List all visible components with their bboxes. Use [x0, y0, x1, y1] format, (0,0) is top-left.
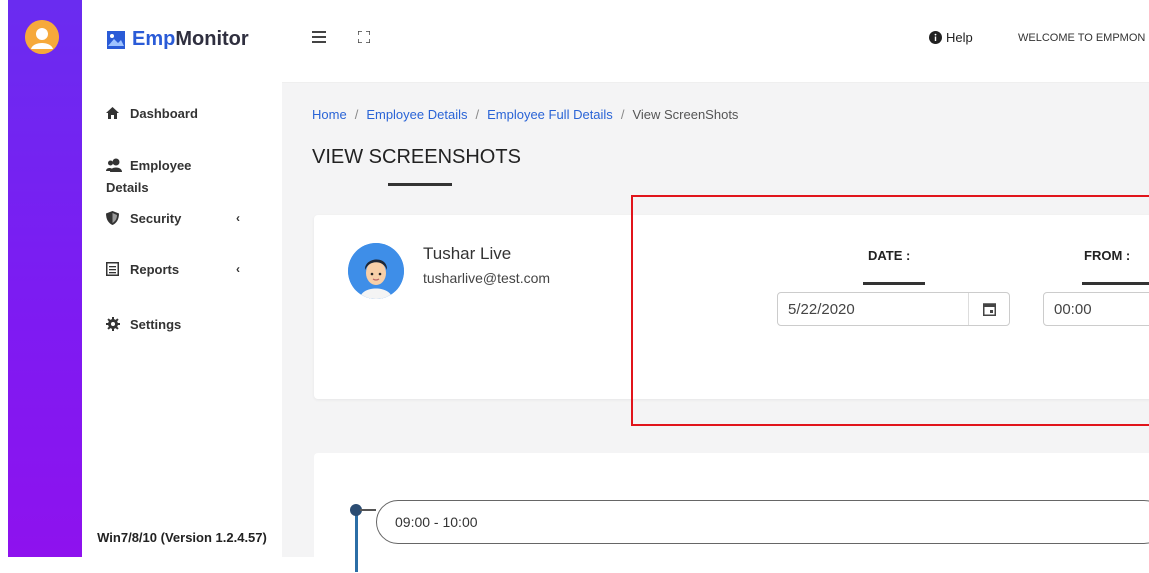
- window-edge: [0, 0, 8, 557]
- top-bar: Help WELCOME TO EMPMON: [282, 0, 1149, 83]
- timeline-line: [355, 512, 358, 572]
- employee-avatar: [348, 243, 404, 299]
- breadcrumb-separator: /: [475, 107, 480, 122]
- sidebar-item-dashboard[interactable]: Dashboard: [106, 106, 198, 122]
- sidebar: EmpMonitor Dashboard Employee Details Se…: [82, 0, 283, 557]
- sidebar-item-label: Employee: [130, 158, 192, 173]
- sidebar-item-label: Security: [130, 211, 182, 226]
- app-logo[interactable]: EmpMonitor: [106, 28, 249, 51]
- fullscreen-icon[interactable]: [357, 30, 371, 48]
- breadcrumb-home[interactable]: Home: [312, 107, 347, 122]
- left-rail: [8, 0, 82, 557]
- timeline-slot[interactable]: 09:00 - 10:00: [376, 500, 1149, 544]
- employee-email: tusharlive@test.com: [423, 270, 551, 286]
- employee-name: Tushar Live: [423, 244, 512, 263]
- user-avatar[interactable]: [25, 20, 59, 54]
- breadcrumb-separator: /: [354, 107, 359, 122]
- menu-toggle-icon[interactable]: [312, 30, 326, 48]
- sidebar-item-label: Dashboard: [130, 106, 198, 121]
- sidebar-item-label-line2: Details: [106, 180, 149, 195]
- logo-text-emp: Emp: [132, 28, 176, 50]
- home-icon: [106, 107, 122, 122]
- logo-icon: [107, 30, 125, 49]
- sidebar-item-security[interactable]: Security ‹: [106, 211, 240, 228]
- version-label: Win7/8/10 (Version 1.2.4.57): [97, 530, 267, 545]
- sidebar-item-employee-details[interactable]: Employee: [106, 158, 191, 175]
- breadcrumb: Home / Employee Details / Employee Full Deta…: [312, 107, 738, 122]
- help-label: Help: [946, 30, 973, 45]
- users-icon: [106, 158, 122, 175]
- title-underline: [388, 183, 452, 186]
- person-icon: [348, 243, 404, 299]
- timeline-slot-label: 09:00 - 10:00: [395, 514, 478, 530]
- sidebar-item-reports[interactable]: Reports ‹: [106, 262, 240, 279]
- breadcrumb-separator: /: [620, 107, 625, 122]
- info-icon: [929, 31, 942, 44]
- highlight-box: [631, 195, 1149, 426]
- breadcrumb-employee-full-details[interactable]: Employee Full Details: [487, 107, 613, 122]
- breadcrumb-current: View ScreenShots: [632, 107, 739, 122]
- sidebar-item-label: Reports: [130, 262, 180, 277]
- chevron-left-icon: ‹: [236, 262, 240, 276]
- logo-text-monitor: Monitor: [175, 28, 249, 50]
- welcome-text: WELCOME TO EMPMON: [1018, 32, 1146, 44]
- shield-icon: [106, 211, 122, 228]
- page-title: VIEW SCREENSHOTS: [312, 146, 521, 168]
- user-icon: [25, 20, 59, 54]
- breadcrumb-employee-details[interactable]: Employee Details: [366, 107, 467, 122]
- chevron-left-icon: ‹: [236, 211, 240, 225]
- gear-icon: [106, 317, 122, 334]
- sidebar-item-settings[interactable]: Settings: [106, 317, 181, 334]
- help-link[interactable]: Help: [929, 30, 973, 45]
- sidebar-item-label: Settings: [130, 317, 182, 332]
- report-icon: [106, 262, 122, 279]
- timeline-connector: [360, 509, 376, 511]
